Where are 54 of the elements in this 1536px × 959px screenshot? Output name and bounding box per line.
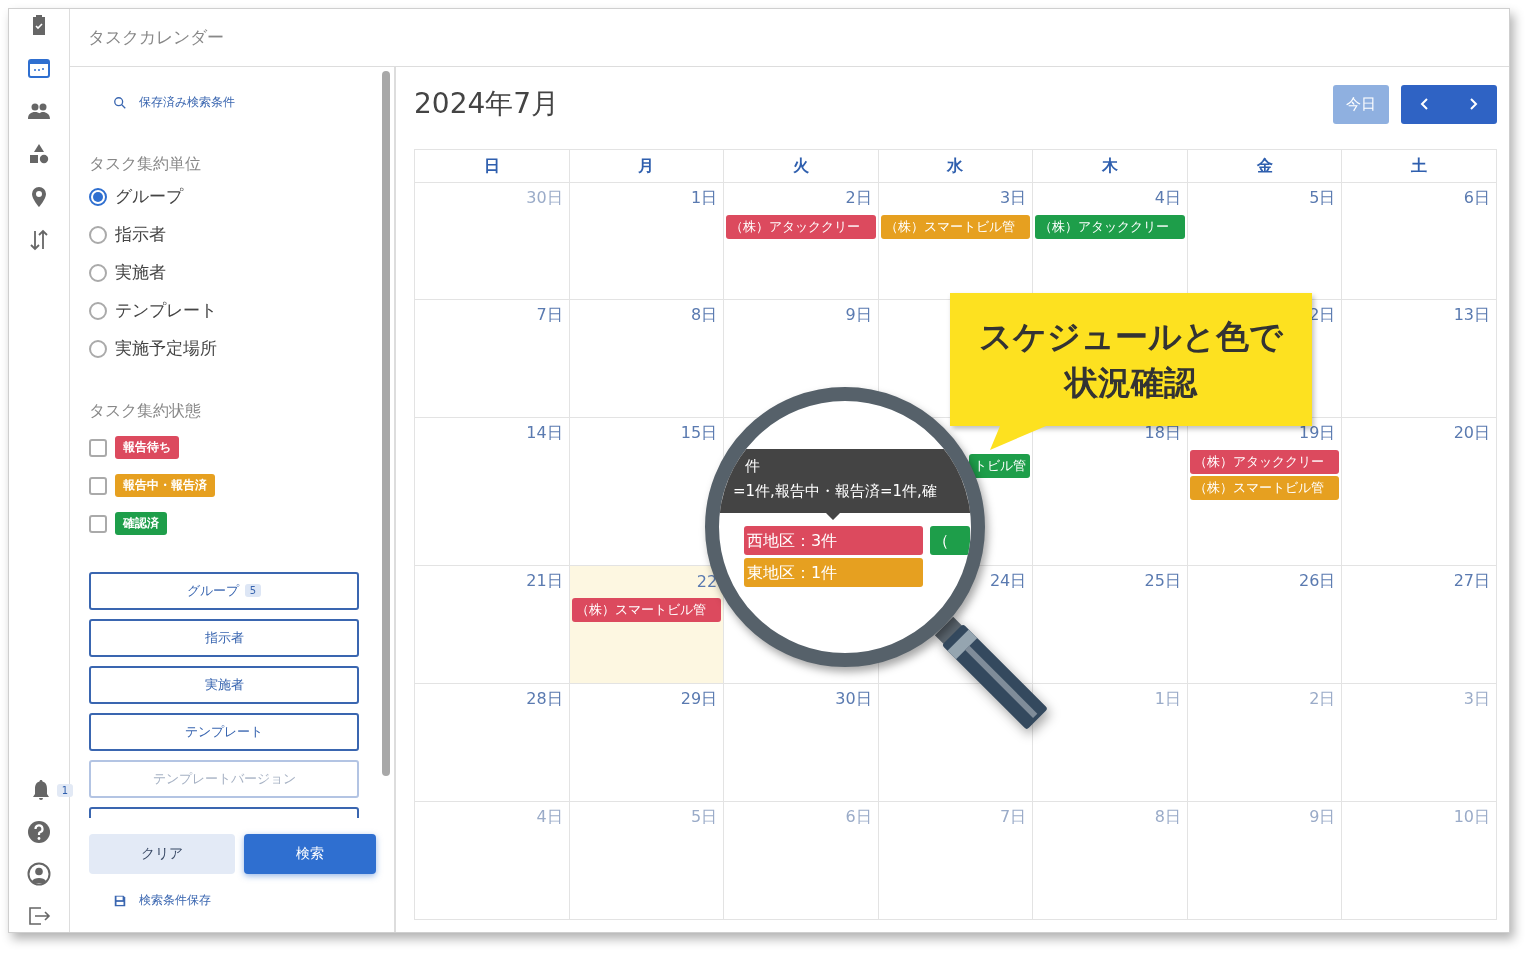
status-tag: 確認済: [115, 512, 167, 535]
weekday-header: 金: [1187, 150, 1343, 183]
page-title: タスクカレンダー: [88, 26, 224, 49]
weekday-header: 木: [1033, 150, 1188, 183]
tooltip-text: 件: [745, 457, 760, 476]
day-number: 8日: [1154, 806, 1181, 828]
day-number: 5日: [690, 806, 718, 828]
day-number: 26日: [1299, 570, 1336, 592]
day-number: 27日: [1453, 570, 1490, 592]
callout-tooltip: スケジュールと色で状況確認: [950, 293, 1312, 426]
tooltip-text: =1件,報告中・報告済=1件,確: [733, 482, 937, 501]
day-number: 9日: [845, 304, 872, 326]
day-number: 15日: [680, 422, 718, 444]
weekday-header: 日: [415, 150, 570, 183]
section-title: タスク集約単位: [89, 153, 202, 175]
day-number: 1日: [1154, 688, 1181, 710]
notification-badge: 1: [56, 783, 74, 797]
day-number: 3日: [1000, 187, 1027, 209]
day-number: 21日: [526, 570, 563, 592]
section-title: タスク集約状態: [89, 400, 202, 422]
day-number: 30日: [835, 688, 872, 710]
weekday-header: 土: [1342, 150, 1497, 183]
day-number: 13日: [1453, 304, 1490, 326]
day-number: 9日: [1309, 806, 1336, 828]
day-number: 6日: [845, 806, 872, 828]
day-number: 30日: [526, 187, 563, 209]
event-bar: 西地区：3件: [744, 526, 923, 555]
day-number: 7日: [1000, 806, 1027, 828]
day-number: 3日: [1463, 688, 1490, 710]
day-number: 5日: [1309, 187, 1336, 209]
month-title: 2024年7月: [414, 86, 560, 122]
day-number: 1日: [690, 187, 718, 209]
day-number: 10日: [1453, 806, 1490, 828]
weekday-header: 火: [724, 150, 879, 183]
day-number: 28日: [526, 688, 563, 710]
day-number: 2日: [1309, 688, 1336, 710]
day-number: 14日: [526, 422, 563, 444]
weekday-header: 水: [878, 150, 1034, 183]
day-number: 4日: [1154, 187, 1181, 209]
day-number: 8日: [690, 304, 718, 326]
day-number: 24日: [989, 570, 1027, 592]
day-number: 20日: [1453, 422, 1490, 444]
status-tag: 報告待ち: [115, 436, 179, 459]
day-number: 2日: [845, 187, 872, 209]
event-bar: （: [930, 526, 970, 555]
status-tag: 報告中・報告済: [115, 474, 215, 497]
day-number: 4日: [536, 806, 563, 828]
weekday-header: 月: [569, 150, 725, 183]
day-number: 29日: [680, 688, 718, 710]
day-number: 22: [696, 571, 718, 591]
event-bar: 東地区：1件: [744, 558, 923, 587]
day-number: 7日: [536, 304, 563, 326]
day-number: 25日: [1144, 570, 1181, 592]
day-number: 6日: [1463, 187, 1490, 209]
